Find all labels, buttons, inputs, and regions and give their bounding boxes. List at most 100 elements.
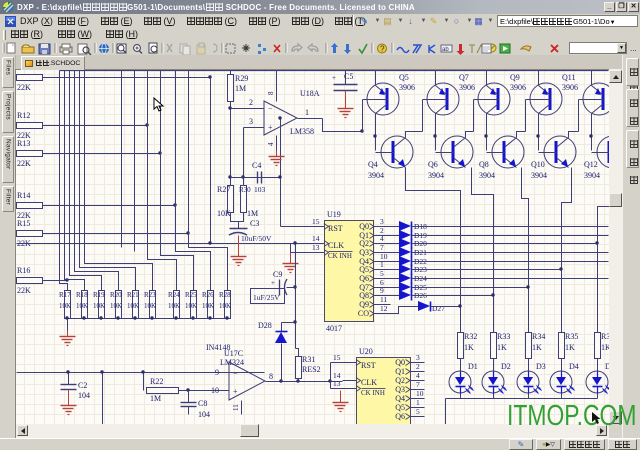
svg-text:RES2: RES2	[302, 365, 321, 374]
svg-text:Q8: Q8	[479, 160, 489, 169]
svg-text:Q3: Q3	[359, 248, 369, 257]
svg-text:R20: R20	[110, 291, 122, 299]
svg-text:1: 1	[305, 108, 309, 117]
svg-text:Q5: Q5	[395, 403, 405, 412]
svg-text:+: +	[332, 74, 336, 82]
svg-text:R32: R32	[464, 332, 477, 341]
svg-text:3904: 3904	[479, 171, 495, 180]
svg-text:10K: 10K	[202, 302, 214, 310]
svg-text:R36: R36	[601, 332, 609, 341]
svg-text:5: 5	[416, 407, 420, 416]
svg-text:7: 7	[380, 243, 384, 252]
svg-text:Q12: Q12	[584, 160, 598, 169]
svg-text:R35: R35	[565, 332, 578, 341]
svg-text:22K: 22K	[17, 83, 31, 92]
svg-text:Q7: Q7	[459, 73, 469, 82]
svg-text:Q0: Q0	[359, 222, 369, 231]
svg-text:R30: R30	[239, 186, 251, 194]
svg-text:R27: R27	[217, 185, 230, 194]
svg-text:CLK: CLK	[361, 378, 377, 387]
svg-text:8: 8	[267, 91, 275, 95]
svg-text:+: +	[233, 387, 238, 396]
svg-text:10: 10	[211, 386, 219, 395]
svg-text:R13: R13	[17, 139, 30, 148]
svg-text:R14: R14	[17, 191, 30, 200]
svg-text:10K: 10K	[127, 302, 139, 310]
svg-text:10K: 10K	[185, 302, 197, 310]
svg-text:C3: C3	[250, 219, 259, 228]
svg-text:2: 2	[416, 362, 420, 371]
svg-text:10K: 10K	[219, 302, 231, 310]
svg-text:CLK: CLK	[328, 241, 344, 250]
svg-text:13: 13	[312, 243, 320, 252]
svg-text:R23: R23	[144, 291, 156, 299]
svg-text:10: 10	[416, 389, 424, 398]
svg-text:R22: R22	[150, 377, 163, 386]
svg-text:LM358: LM358	[290, 127, 314, 136]
svg-text:Q2: Q2	[359, 239, 369, 248]
svg-text:Q9: Q9	[510, 73, 520, 82]
svg-text:Q10: Q10	[531, 160, 545, 169]
svg-text:D1: D1	[468, 362, 478, 371]
svg-text:5: 5	[380, 269, 384, 278]
svg-text:R25: R25	[185, 291, 197, 299]
svg-text:Q11: Q11	[562, 73, 575, 82]
svg-text:3906: 3906	[562, 83, 578, 92]
svg-text:R33: R33	[497, 332, 510, 341]
svg-text:R16: R16	[17, 266, 30, 275]
svg-text:22K: 22K	[17, 286, 31, 295]
svg-text:11: 11	[232, 404, 240, 411]
svg-text:?: ?	[380, 45, 385, 54]
svg-text:+: +	[268, 123, 273, 132]
svg-text:R24: R24	[168, 291, 180, 299]
svg-text:10K: 10K	[168, 302, 180, 310]
svg-text:15: 15	[333, 353, 341, 362]
svg-text:3906: 3906	[510, 83, 526, 92]
svg-text:1uF/25V: 1uF/25V	[253, 293, 280, 302]
svg-text:1M: 1M	[247, 209, 258, 218]
svg-text:R29: R29	[235, 74, 248, 83]
svg-text:11: 11	[380, 295, 387, 304]
svg-text:U18A: U18A	[300, 89, 320, 98]
svg-text:C9: C9	[273, 270, 282, 279]
svg-text:3: 3	[249, 117, 253, 126]
svg-text:3: 3	[380, 217, 384, 226]
svg-text:Q6: Q6	[428, 160, 438, 169]
svg-text:1K: 1K	[464, 343, 474, 352]
svg-text:10K: 10K	[93, 302, 105, 310]
svg-text:3906: 3906	[459, 83, 475, 92]
svg-text:RST: RST	[361, 361, 376, 370]
svg-text:10K: 10K	[144, 302, 156, 310]
svg-text:3906: 3906	[399, 83, 415, 92]
svg-text:D4: D4	[569, 362, 579, 371]
svg-text:IN4148: IN4148	[206, 343, 230, 352]
svg-text:Q1: Q1	[395, 367, 405, 376]
svg-text:Q4: Q4	[368, 160, 378, 169]
svg-text:7: 7	[416, 380, 420, 389]
svg-text:D27: D27	[432, 304, 445, 313]
svg-text:1K: 1K	[601, 343, 609, 352]
svg-text:ab: ab	[442, 47, 449, 53]
svg-text:C8: C8	[198, 399, 207, 408]
svg-text:4: 4	[380, 234, 384, 243]
svg-text:1: 1	[416, 398, 420, 407]
svg-text:R21: R21	[127, 291, 139, 299]
svg-text:Q9: Q9	[359, 300, 369, 309]
svg-text:R15: R15	[17, 219, 30, 228]
svg-text:10K: 10K	[110, 302, 122, 310]
svg-text:+: +	[271, 279, 275, 287]
svg-text:3904: 3904	[368, 171, 384, 180]
svg-text:D2: D2	[501, 362, 511, 371]
svg-text:1K: 1K	[532, 343, 542, 352]
svg-text:13: 13	[333, 379, 341, 388]
svg-text:−: −	[268, 104, 273, 113]
svg-text:Q8: Q8	[359, 291, 369, 300]
svg-text:−: −	[233, 369, 238, 378]
svg-text:2: 2	[249, 98, 253, 107]
svg-text:CK INH: CK INH	[361, 389, 385, 397]
svg-text:10K: 10K	[59, 302, 71, 310]
svg-text:Q0: Q0	[395, 358, 405, 367]
svg-text:R17: R17	[59, 291, 71, 299]
svg-text:LM324: LM324	[220, 358, 244, 367]
svg-text:4: 4	[416, 371, 420, 380]
